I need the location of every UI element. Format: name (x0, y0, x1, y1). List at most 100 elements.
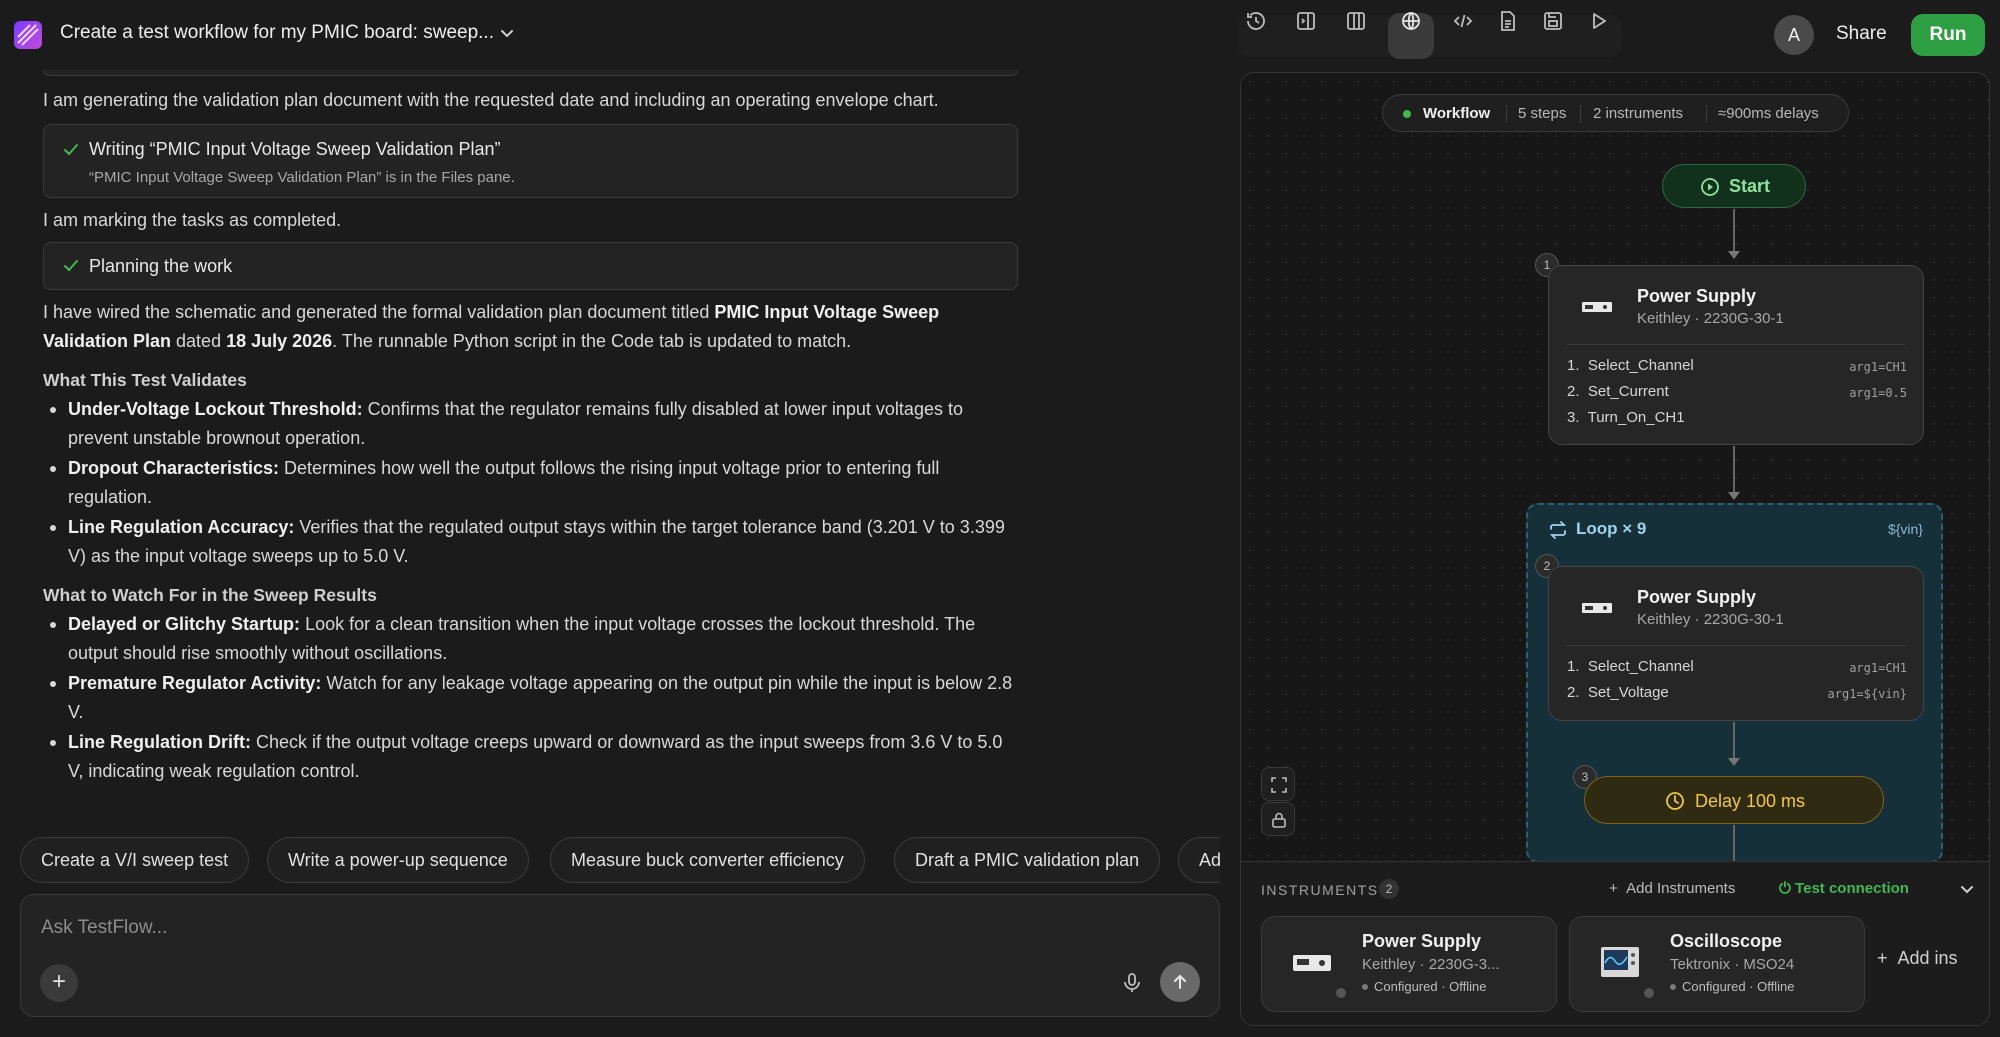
chevron-down-icon[interactable] (1958, 880, 1976, 898)
connector (1733, 209, 1735, 251)
power-supply-icon (1582, 302, 1612, 312)
history-icon[interactable] (1244, 9, 1268, 33)
top-bar: Create a test workflow for my PMIC board… (0, 0, 2000, 70)
suggestion-chip[interactable]: Draft a PMIC validation plan (894, 837, 1161, 883)
connector (1733, 825, 1735, 861)
command-arg: arg1=${vin} (1827, 687, 1907, 701)
chat-message-marking: I am marking the tasks as completed. (43, 210, 342, 230)
panel-left-icon[interactable] (1294, 9, 1318, 33)
instrument-status: Configured · Offline (1682, 979, 1795, 994)
chevron-down-icon[interactable] (498, 24, 516, 42)
play-icon[interactable] (1586, 9, 1610, 33)
status-dot (1362, 984, 1368, 990)
plus-icon: + (1609, 880, 1627, 897)
instrument-card-oscilloscope[interactable]: Oscilloscope Tektronix · MSO24 Configure… (1569, 916, 1865, 1012)
app-logo-icon[interactable] (14, 21, 42, 49)
bullet-item: Under-Voltage Lockout Threshold: Confirm… (50, 395, 1020, 453)
send-button[interactable] (1160, 962, 1200, 1002)
plus-icon: + (1877, 948, 1898, 968)
command-arg: arg1=CH1 (1849, 360, 1907, 374)
workflow-canvas[interactable]: Workflow 5 steps 2 instruments ≈900ms de… (1240, 72, 1990, 1026)
arrow-up-icon (1174, 974, 1186, 989)
command-row: 2. Set_Current (1567, 383, 1669, 400)
suggestion-chip[interactable]: Ad (1178, 837, 1220, 883)
status-dot (1403, 110, 1411, 118)
connector-arrow (1728, 492, 1740, 500)
command-row: 1. Select_Channel (1567, 357, 1694, 374)
expand-icon (1271, 777, 1287, 793)
start-node[interactable]: Start (1662, 164, 1806, 208)
bullet-item: Line Regulation Drift: Check if the outp… (50, 728, 1020, 786)
task-title: Planning the work (89, 256, 233, 276)
play-circle-icon (1701, 178, 1719, 196)
check-icon (64, 260, 78, 272)
bullet-item: Line Regulation Accuracy: Verifies that … (50, 513, 1020, 571)
fit-view-button[interactable] (1261, 767, 1295, 801)
workflow-label: Workflow (1423, 105, 1491, 122)
command-arg: arg1=CH1 (1849, 661, 1907, 675)
connector-arrow (1728, 251, 1740, 259)
avatar[interactable]: A (1774, 15, 1814, 55)
suggestion-chip[interactable]: Measure buck converter efficiency (550, 837, 865, 883)
check-icon (64, 144, 78, 156)
status-dot (1670, 984, 1676, 990)
instruments-count-badge: 2 (1379, 879, 1399, 899)
section-heading-watch: What to Watch For in the Sweep Results (43, 585, 377, 605)
suggestion-chip[interactable]: Create a V/I sweep test (20, 837, 250, 883)
command-row: 1. Select_Channel (1567, 658, 1694, 675)
globe-icon[interactable] (1399, 9, 1423, 33)
composer[interactable]: Ask TestFlow... + (20, 894, 1220, 1017)
connector (1733, 722, 1735, 758)
add-instrument-label: Add ins (1897, 948, 1958, 968)
bullet-item: Delayed or Glitchy Startup: Look for a c… (50, 610, 1020, 668)
connector-arrow (1728, 758, 1740, 766)
connector (1733, 446, 1735, 492)
run-button[interactable]: Run (1911, 14, 1985, 56)
power-supply-icon (1293, 955, 1331, 971)
delay-node[interactable]: Delay 100 ms (1584, 776, 1884, 824)
task-title: Writing “PMIC Input Voltage Sweep Valida… (89, 139, 501, 159)
clock-icon (1666, 792, 1684, 810)
code-icon[interactable] (1451, 9, 1475, 33)
test-connection-label: Test connection (1795, 880, 1909, 897)
chat-message-intro: I am generating the validation plan docu… (43, 90, 939, 110)
share-button[interactable]: Share (1836, 23, 1887, 45)
instrument-title: Power Supply (1362, 931, 1482, 951)
chat-panel: I am generating the validation plan docu… (0, 70, 1240, 1037)
add-instruments-label: Add Instruments (1626, 880, 1736, 897)
power-supply-icon (1582, 603, 1612, 613)
task-subtitle: “PMIC Input Voltage Sweep Validation Pla… (89, 169, 515, 186)
composer-input[interactable]: Ask TestFlow... (41, 917, 167, 939)
columns-icon[interactable] (1344, 9, 1368, 33)
node-title: Power Supply (1637, 587, 1757, 607)
bullet-item: Premature Regulator Activity: Watch for … (50, 669, 1020, 727)
command-row: 3. Turn_On_CH1 (1567, 409, 1685, 426)
node-subtitle: Keithley · 2230G-30-1 (1637, 611, 1784, 628)
test-connection-button[interactable]: ⏻ Test connection (1779, 880, 1909, 897)
workflow-delays: ≈900ms delays (1718, 105, 1819, 122)
node-title: Power Supply (1637, 286, 1757, 306)
offline-dot (1642, 986, 1656, 1000)
lock-canvas-button[interactable] (1261, 802, 1295, 836)
add-instruments-button[interactable]: + Add Instruments (1609, 880, 1735, 897)
instrument-card-power-supply[interactable]: Power Supply Keithley · 2230G-3... Confi… (1261, 916, 1557, 1012)
save-icon[interactable] (1541, 9, 1565, 33)
power-supply-node-1[interactable]: Power Supply Keithley · 2230G-30-1 1. Se… (1548, 265, 1924, 445)
lock-icon (1272, 812, 1286, 828)
add-instrument-card[interactable]: + Add ins (1877, 948, 1958, 969)
microphone-icon[interactable] (1120, 971, 1144, 995)
add-attachment-button[interactable]: + (40, 964, 78, 1002)
delay-label: Delay 100 ms (1695, 791, 1806, 811)
bullet-item: Dropout Characteristics: Determines how … (50, 454, 1020, 512)
suggestion-chips: Create a V/I sweep test Write a power-up… (20, 837, 1220, 883)
oscilloscope-icon (1601, 947, 1639, 977)
conversation-title[interactable]: Create a test workflow for my PMIC board… (60, 22, 494, 44)
document-icon[interactable] (1496, 9, 1520, 33)
summary-text: I have wired the schematic and generated… (43, 302, 715, 322)
task-card-writing[interactable]: Writing “PMIC Input Voltage Sweep Valida… (43, 124, 1018, 198)
task-card-planning[interactable]: Planning the work (43, 242, 1018, 290)
instruments-heading: INSTRUMENTS (1261, 882, 1379, 898)
power-supply-node-2[interactable]: Power Supply Keithley · 2230G-30-1 1. Se… (1548, 566, 1924, 721)
node-subtitle: Keithley · 2230G-30-1 (1637, 310, 1784, 327)
suggestion-chip[interactable]: Write a power-up sequence (267, 837, 529, 883)
